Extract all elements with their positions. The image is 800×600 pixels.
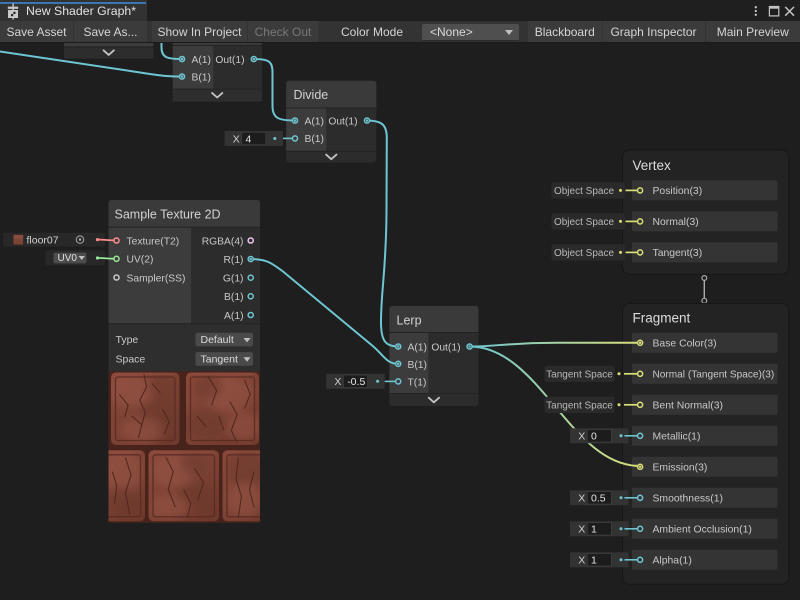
svg-text:Object Space: Object Space	[554, 248, 614, 259]
svg-text:X: X	[578, 555, 585, 567]
svg-text:Space: Space	[116, 353, 146, 365]
svg-text:Vertex: Vertex	[633, 158, 672, 173]
svg-text:B(1): B(1)	[305, 134, 324, 145]
svg-text:A(1): A(1)	[224, 311, 243, 322]
svg-text:Normal (Tangent Space)(3): Normal (Tangent Space)(3)	[653, 370, 775, 381]
svg-text:Sampler(SS): Sampler(SS)	[127, 273, 186, 284]
svg-text:X: X	[578, 524, 585, 536]
svg-text:Bent Normal(3): Bent Normal(3)	[653, 401, 723, 412]
svg-text:Default: Default	[201, 334, 234, 346]
svg-text:Ambient Occlusion(1): Ambient Occlusion(1)	[653, 525, 752, 536]
svg-text:A(1): A(1)	[408, 343, 427, 354]
svg-text:Lerp: Lerp	[397, 313, 422, 327]
svg-text:Smoothness(1): Smoothness(1)	[653, 494, 723, 505]
svg-text:1: 1	[591, 555, 597, 567]
svg-text:Out(1): Out(1)	[328, 116, 357, 127]
svg-text:Out(1): Out(1)	[215, 55, 244, 66]
svg-text:0: 0	[591, 431, 597, 443]
svg-text:Emission(3): Emission(3)	[653, 463, 708, 474]
svg-text:1: 1	[591, 524, 597, 536]
svg-text:4: 4	[246, 133, 252, 145]
svg-text:X: X	[334, 376, 341, 388]
svg-text:Position(3): Position(3)	[653, 186, 703, 197]
svg-text:Fragment: Fragment	[633, 310, 691, 325]
svg-text:G(1): G(1)	[223, 274, 244, 285]
svg-text:Alpha(1): Alpha(1)	[653, 556, 692, 567]
svg-text:Object Space: Object Space	[554, 217, 614, 228]
svg-text:Normal(3): Normal(3)	[653, 217, 699, 228]
svg-text:Object Space: Object Space	[554, 186, 614, 197]
svg-text:Type: Type	[116, 334, 139, 346]
svg-text:UV(2): UV(2)	[127, 255, 154, 266]
svg-text:X: X	[233, 133, 240, 145]
svg-text:Base Color(3): Base Color(3)	[653, 339, 717, 350]
svg-text:UV0: UV0	[58, 253, 78, 264]
svg-text:Tangent: Tangent	[201, 353, 238, 365]
svg-text:-0.5: -0.5	[347, 376, 365, 388]
svg-text:T(1): T(1)	[408, 377, 427, 388]
svg-text:R(1): R(1)	[223, 255, 243, 266]
svg-text:0.5: 0.5	[591, 493, 606, 505]
svg-text:B(1): B(1)	[224, 292, 243, 303]
svg-text:Sample Texture 2D: Sample Texture 2D	[115, 207, 221, 221]
svg-text:B(1): B(1)	[192, 72, 211, 83]
svg-text:Divide: Divide	[294, 88, 329, 102]
svg-text:X: X	[578, 431, 585, 443]
svg-text:Out(1): Out(1)	[431, 343, 460, 354]
svg-text:B(1): B(1)	[408, 360, 427, 371]
svg-text:Metallic(1): Metallic(1)	[653, 432, 701, 443]
svg-text:Tangent Space: Tangent Space	[546, 401, 613, 412]
svg-text:Tangent(3): Tangent(3)	[653, 248, 703, 259]
svg-text:X: X	[578, 493, 585, 505]
svg-text:floor07: floor07	[27, 234, 59, 246]
svg-text:A(1): A(1)	[192, 55, 211, 66]
svg-text:A(1): A(1)	[305, 116, 324, 127]
svg-text:Texture(T2): Texture(T2)	[127, 236, 180, 247]
svg-text:Tangent Space: Tangent Space	[546, 370, 613, 381]
svg-text:RGBA(4): RGBA(4)	[202, 236, 244, 247]
